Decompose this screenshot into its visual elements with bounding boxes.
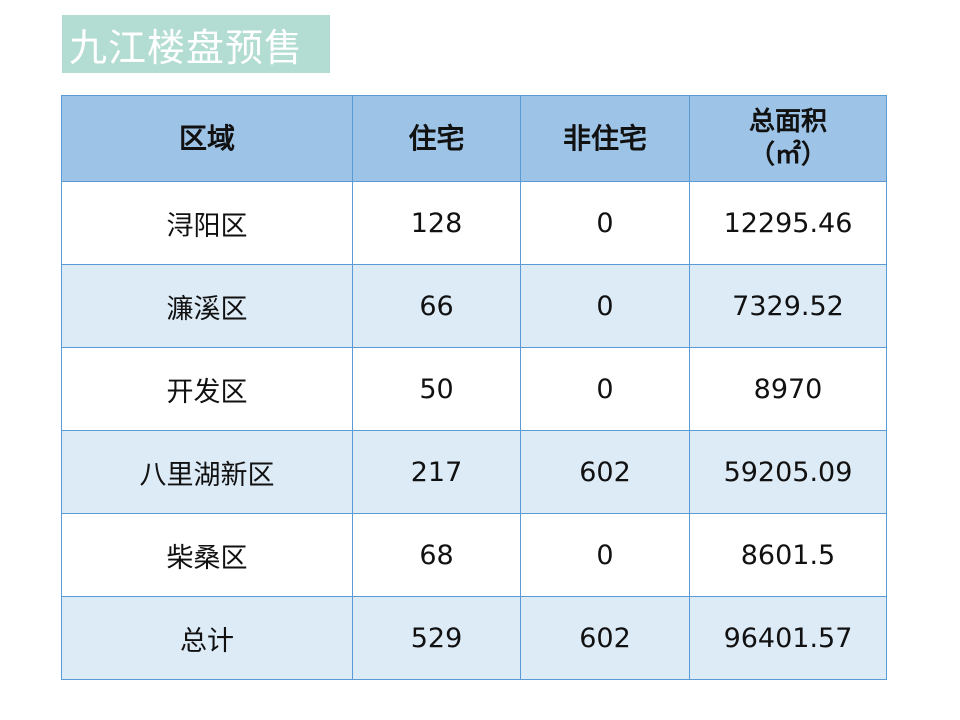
cell-residential: 529 [352,596,521,680]
cell-total-area: 8601.5 [689,513,887,597]
cell-non-residential: 602 [520,596,690,680]
table-row: 八里湖新区 217 602 59205.09 [61,430,887,514]
table-header-row: 区域 住宅 非住宅 总面积 （㎡） [61,95,887,182]
cell-total-area: 12295.46 [689,181,887,265]
cell-total-area: 8970 [689,347,887,431]
header-total-area-unit: （㎡） [748,139,827,170]
cell-residential: 128 [352,181,521,265]
cell-region: 八里湖新区 [61,430,353,514]
header-total-area-label: 总面积 [748,107,827,137]
cell-region: 总计 [61,596,353,680]
cell-non-residential: 0 [520,347,690,431]
table-total-row: 总计 529 602 96401.57 [61,596,887,680]
page-title: 九江楼盘预售 [69,25,304,70]
table-row: 柴桑区 68 0 8601.5 [61,513,887,597]
header-total-area: 总面积 （㎡） [689,95,887,182]
header-residential: 住宅 [352,95,521,182]
presale-table: 区域 住宅 非住宅 总面积 （㎡） 浔阳区 128 0 12295.46 濂溪区… [61,95,887,680]
cell-total-area: 7329.52 [689,264,887,348]
cell-residential: 217 [352,430,521,514]
cell-region: 濂溪区 [61,264,353,348]
title-banner: 九江楼盘预售 [62,15,330,73]
cell-non-residential: 0 [520,264,690,348]
table-row: 开发区 50 0 8970 [61,347,887,431]
cell-region: 柴桑区 [61,513,353,597]
header-region: 区域 [61,95,353,182]
cell-non-residential: 0 [520,181,690,265]
cell-residential: 66 [352,264,521,348]
cell-residential: 68 [352,513,521,597]
table-row: 濂溪区 66 0 7329.52 [61,264,887,348]
cell-total-area: 59205.09 [689,430,887,514]
cell-region: 浔阳区 [61,181,353,265]
cell-residential: 50 [352,347,521,431]
cell-non-residential: 602 [520,430,690,514]
slide: 九江楼盘预售 区域 住宅 非住宅 总面积 （㎡） 浔阳区 128 0 12295… [0,0,960,720]
cell-region: 开发区 [61,347,353,431]
cell-non-residential: 0 [520,513,690,597]
header-non-residential: 非住宅 [520,95,690,182]
table-row: 浔阳区 128 0 12295.46 [61,181,887,265]
cell-total-area: 96401.57 [689,596,887,680]
